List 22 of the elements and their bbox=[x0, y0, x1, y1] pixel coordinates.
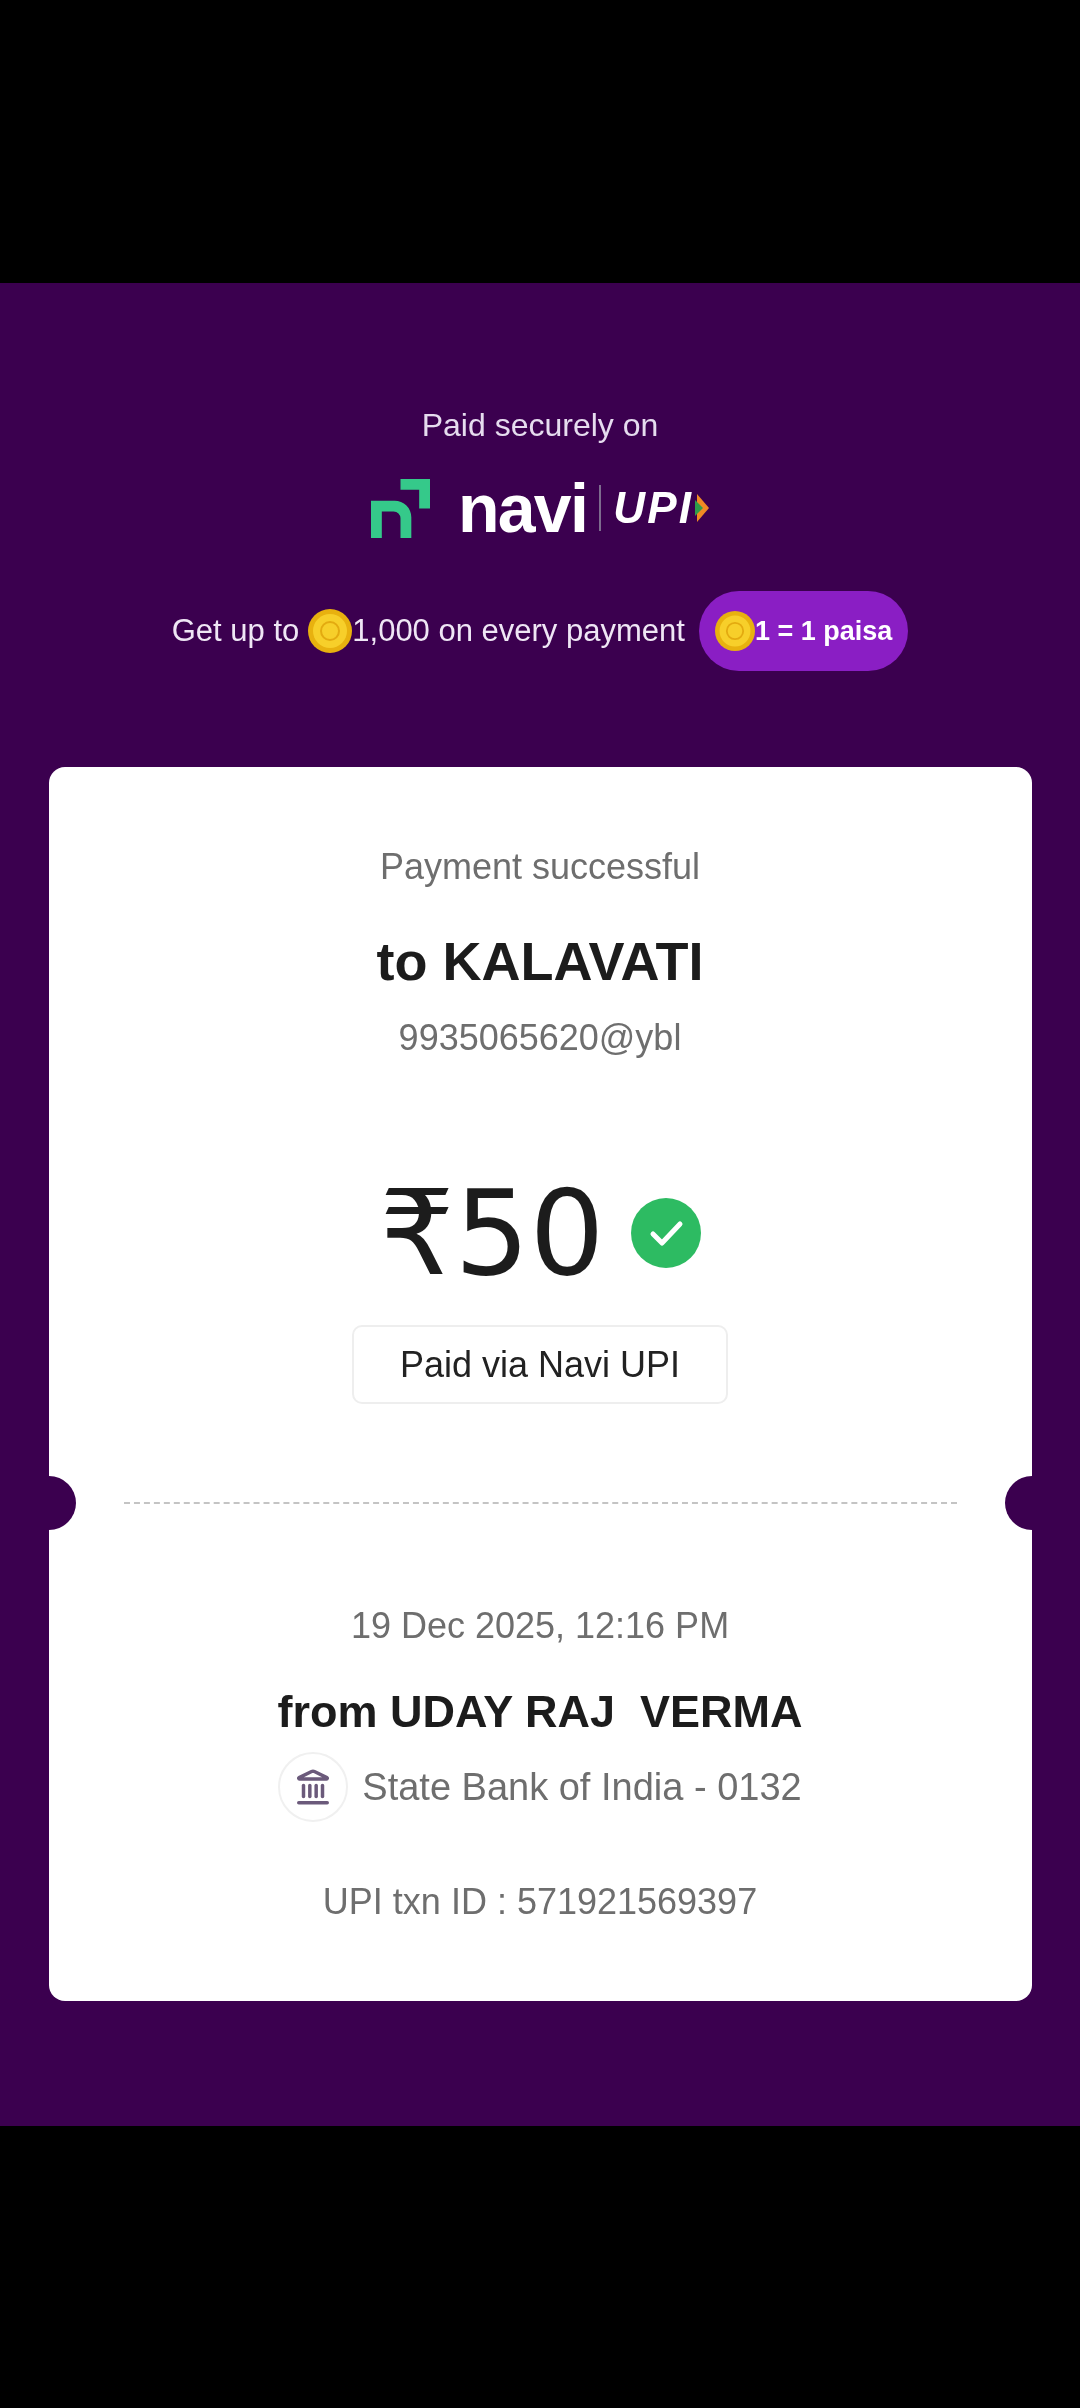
caption: Paid securely on bbox=[421, 406, 659, 445]
success-check-icon bbox=[630, 1198, 701, 1268]
coin-icon bbox=[308, 609, 353, 653]
payment-status: Payment successful bbox=[379, 845, 701, 889]
payment-method-tag: Paid via Navi UPI bbox=[351, 1325, 729, 1404]
bank-account: State Bank of India - 0132 bbox=[362, 1765, 802, 1809]
partner-wordmark: UPI bbox=[613, 484, 694, 532]
bank-icon bbox=[278, 1752, 349, 1822]
promo-amount: 1,000 on every payment bbox=[352, 611, 685, 650]
logo-wordmark: navi bbox=[457, 478, 588, 538]
payee-name: to KALAVATI bbox=[376, 931, 704, 991]
ticket-notch bbox=[48, 1476, 76, 1530]
triangle-arrow-icon bbox=[695, 494, 710, 522]
amount: ₹50 bbox=[379, 1173, 605, 1293]
logo-mark-icon bbox=[370, 478, 430, 538]
payee-upi-id: 9935065620@ybl bbox=[398, 1016, 682, 1060]
promo-text: Get up to bbox=[171, 611, 300, 650]
payment-datetime: 19 Dec 2025, 12:16 PM bbox=[350, 1604, 730, 1648]
transaction-id: UPI txn ID : 571921569397 bbox=[322, 1880, 758, 1924]
coin-icon bbox=[714, 611, 755, 651]
payer-name: from UDAY RAJ VERMA bbox=[277, 1686, 803, 1738]
coin-value-text: 1 = 1 paisa bbox=[754, 614, 893, 648]
